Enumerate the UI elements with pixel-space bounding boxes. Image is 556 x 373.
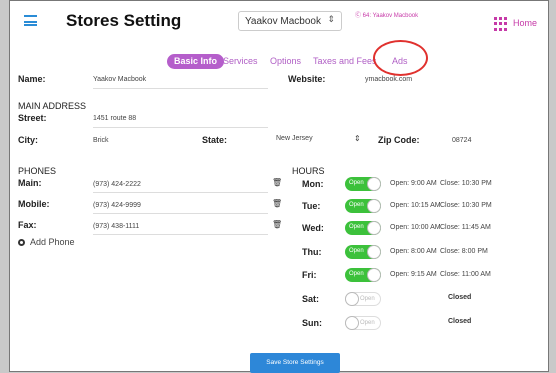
- store-select-value: Yaakov Macbook: [245, 16, 321, 27]
- phone-main-label: Main:: [18, 178, 42, 188]
- hours-open-toggle[interactable]: Open: [345, 199, 381, 213]
- phone-mobile-label: Mobile:: [18, 199, 50, 209]
- state-label: State:: [202, 135, 228, 145]
- hours-day-label: Sun:: [302, 318, 322, 328]
- highlight-circle: [373, 40, 428, 76]
- store-link[interactable]: Ⓒ 64: Yaakov Macbook: [355, 10, 418, 19]
- hours-closed-status: Closed: [448, 294, 472, 301]
- hours-open-time[interactable]: Open: 10:00 AM: [390, 224, 441, 231]
- hours-open-toggle[interactable]: Open: [345, 316, 381, 330]
- hours-open-toggle[interactable]: Open: [345, 177, 381, 191]
- name-label: Name:: [18, 74, 46, 84]
- hours-heading: HOURS: [292, 166, 325, 176]
- state-select-arrows-icon: ⇕: [354, 134, 361, 143]
- hours-open-toggle[interactable]: Open: [345, 221, 381, 235]
- state-select[interactable]: New Jersey: [276, 135, 313, 142]
- phone-fax-input[interactable]: (973) 438-1111: [93, 223, 139, 230]
- zip-code-input[interactable]: 08724: [452, 137, 471, 144]
- website-input[interactable]: ymacbook.com: [365, 76, 412, 83]
- tab-services[interactable]: Services: [223, 54, 258, 69]
- hours-day-label: Wed:: [302, 223, 324, 233]
- hours-day-label: Tue:: [302, 201, 321, 211]
- trash-icon[interactable]: 🗑: [272, 220, 282, 229]
- store-select[interactable]: Yaakov Macbook ⇕: [238, 11, 342, 31]
- phone-main-input[interactable]: (973) 424-2222: [93, 181, 141, 188]
- main-address-heading: MAIN ADDRESS: [18, 101, 87, 111]
- apps-grid-icon[interactable]: [494, 17, 508, 31]
- trash-icon[interactable]: 🗑: [272, 199, 282, 208]
- tab-options[interactable]: Options: [270, 54, 301, 69]
- hours-day-label: Mon:: [302, 179, 324, 189]
- city-input[interactable]: Brick: [93, 137, 109, 144]
- hours-open-time[interactable]: Open: 9:00 AM: [390, 180, 437, 187]
- hours-close-time[interactable]: Close: 11:45 AM: [440, 224, 491, 231]
- phones-heading: PHONES: [18, 166, 57, 176]
- phone-mobile-input[interactable]: (973) 424-9999: [93, 202, 141, 209]
- page-title: Stores Setting: [66, 11, 182, 30]
- zip-code-label: Zip Code:: [378, 135, 420, 145]
- hours-open-toggle[interactable]: Open: [345, 268, 381, 282]
- street-label: Street:: [18, 113, 47, 123]
- hours-day-label: Sat:: [302, 294, 320, 304]
- add-phone-button[interactable]: Add Phone: [30, 237, 75, 247]
- phone-main-underline: [93, 192, 268, 193]
- phone-fax-underline: [93, 234, 268, 235]
- hours-close-time[interactable]: Close: 10:30 PM: [440, 202, 492, 209]
- name-input[interactable]: Yaakov Macbook: [93, 76, 146, 83]
- street-input[interactable]: 1451 route 88: [93, 115, 136, 122]
- city-label: City:: [18, 135, 38, 145]
- tab-taxes-and-fees[interactable]: Taxes and Fees: [313, 54, 377, 69]
- phone-fax-label: Fax:: [18, 220, 37, 230]
- website-label: Website:: [288, 74, 326, 84]
- hours-open-time[interactable]: Open: 8:00 AM: [390, 248, 437, 255]
- hours-close-time[interactable]: Close: 10:30 PM: [440, 180, 492, 187]
- app-window: Stores Setting Yaakov Macbook ⇕ Ⓒ 64: Ya…: [9, 0, 549, 373]
- hours-close-time[interactable]: Close: 8:00 PM: [440, 248, 488, 255]
- name-input-underline: [93, 88, 268, 89]
- select-arrows-icon: ⇕: [327, 14, 335, 24]
- add-circle-icon[interactable]: [18, 239, 25, 246]
- hamburger-menu-icon[interactable]: [24, 15, 37, 26]
- hours-open-time[interactable]: Open: 9:15 AM: [390, 271, 437, 278]
- hours-open-time[interactable]: Open: 10:15 AM: [390, 202, 441, 209]
- save-store-settings-button[interactable]: Save Store Settings: [250, 353, 340, 373]
- street-input-underline: [93, 127, 268, 128]
- hours-open-toggle[interactable]: Open: [345, 292, 381, 306]
- phone-mobile-underline: [93, 213, 268, 214]
- hours-day-label: Thu:: [302, 247, 322, 257]
- hours-open-toggle[interactable]: Open: [345, 245, 381, 259]
- trash-icon[interactable]: 🗑: [272, 178, 282, 187]
- hours-close-time[interactable]: Close: 11:00 AM: [440, 271, 491, 278]
- home-link[interactable]: Home: [513, 18, 537, 28]
- tab-basic-info[interactable]: Basic Info: [167, 54, 225, 69]
- hours-closed-status: Closed: [448, 318, 472, 325]
- hours-day-label: Fri:: [302, 270, 317, 280]
